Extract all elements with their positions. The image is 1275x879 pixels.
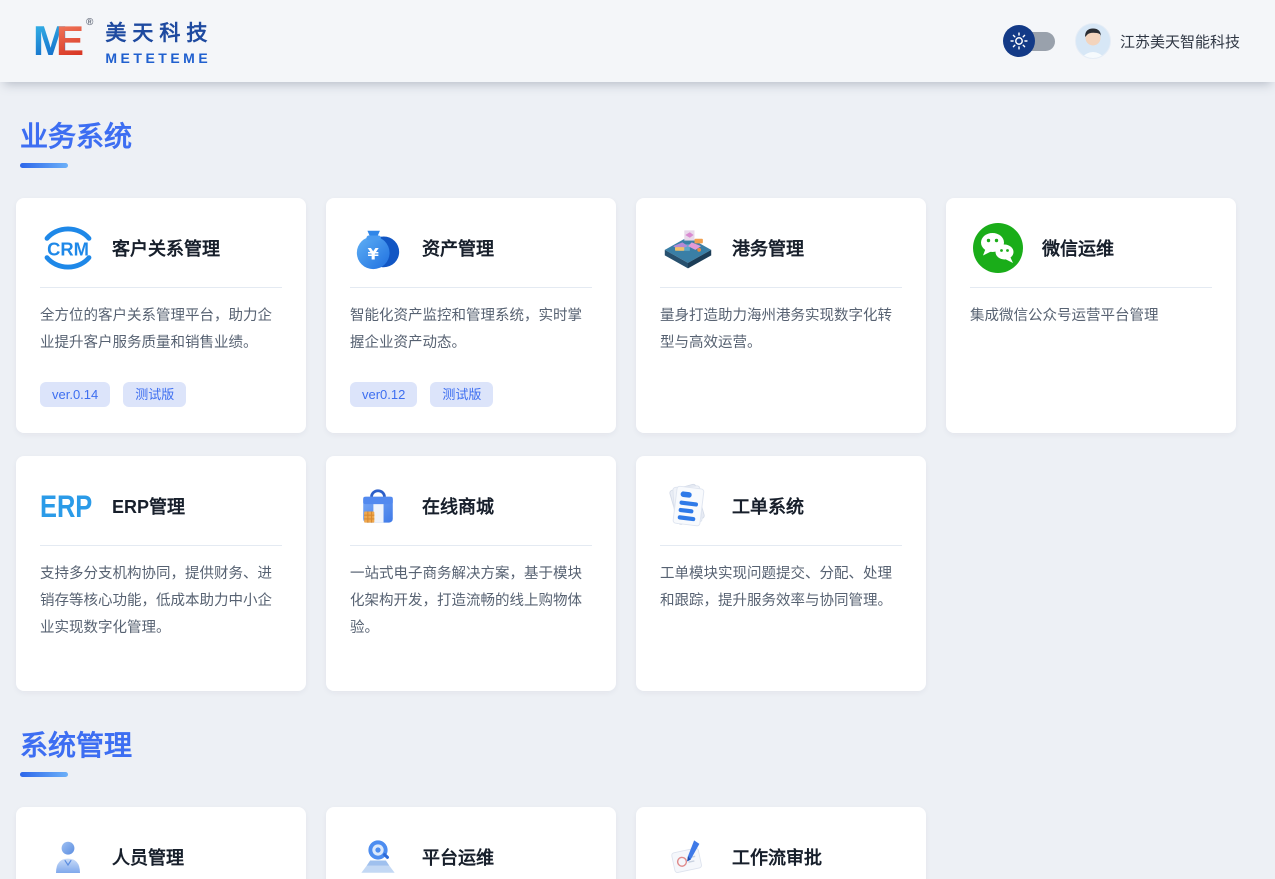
section: 业务系统 CRM 客户关系管理 全方位的客户关系管理平台，助力企业提升客户服务质… — [16, 120, 1259, 691]
card-title: 港务管理 — [732, 235, 804, 261]
card-title: 客户关系管理 — [112, 235, 220, 261]
card-divider — [40, 545, 282, 546]
app-card-workorder[interactable]: 工单系统 工单模块实现问题提交、分配、处理和跟踪，提升服务效率与协同管理。 — [636, 456, 926, 691]
svg-text:CRM: CRM — [47, 238, 89, 259]
version-tag: 测试版 — [123, 382, 186, 407]
app-header: ME ® 美天科技 METETEME — [0, 0, 1275, 82]
brand-name-en: METETEME — [105, 50, 213, 66]
app-card-mall[interactable]: 在线商城 一站式电子商务解决方案，基于模块化架构开发，打造流畅的线上购物体验。 — [326, 456, 616, 691]
app-card-platform[interactable]: 平台运维 — [326, 807, 616, 879]
documents-icon — [660, 480, 716, 532]
card-description: 支持多分支机构协同，提供财务、进销存等核心功能，低成本助力中小企业实现数字化管理… — [40, 561, 282, 642]
brand-name-cn: 美天科技 — [105, 17, 213, 47]
card-title: 工作流审批 — [732, 844, 822, 870]
card-description: 工单模块实现问题提交、分配、处理和跟踪，提升服务效率与协同管理。 — [660, 561, 902, 615]
tag-row: ver.0.14 测试版 — [40, 382, 186, 407]
card-title: 人员管理 — [112, 844, 184, 870]
registered-mark: ® — [86, 18, 93, 28]
crm-icon: CRM — [40, 222, 96, 274]
app-card-people[interactable]: 人员管理 — [16, 807, 306, 879]
portal-content: 业务系统 CRM 客户关系管理 全方位的客户关系管理平台，助力企业提升客户服务质… — [0, 120, 1275, 879]
card-description: 量身打造助力海州港务实现数字化转型与高效运营。 — [660, 303, 902, 357]
card-grid: 人员管理 平台运维 工作流审批 — [16, 807, 1259, 879]
account-area: 江苏美天智能科技 — [1075, 23, 1240, 59]
money-bag-icon: ¥ — [350, 222, 406, 274]
approval-pen-icon — [660, 831, 716, 879]
shopping-bag-icon — [350, 480, 406, 532]
card-description: 集成微信公众号运营平台管理 — [970, 303, 1212, 330]
card-divider — [350, 545, 592, 546]
platform-gear-icon — [350, 831, 406, 879]
avatar[interactable] — [1075, 23, 1111, 59]
app-card-crm[interactable]: CRM 客户关系管理 全方位的客户关系管理平台，助力企业提升客户服务质量和销售业… — [16, 198, 306, 433]
card-title: 在线商城 — [422, 493, 494, 519]
port-icon — [660, 222, 716, 274]
section: 系统管理 人员管理 平台运维 — [16, 729, 1259, 879]
company-name: 江苏美天智能科技 — [1120, 31, 1240, 52]
sun-icon[interactable] — [1003, 25, 1035, 57]
card-description: 智能化资产监控和管理系统，实时掌握企业资产动态。 — [350, 303, 592, 357]
tag-row: ver0.12 测试版 — [350, 382, 493, 407]
card-divider — [350, 287, 592, 288]
card-title: 平台运维 — [422, 844, 494, 870]
app-card-port[interactable]: 港务管理 量身打造助力海州港务实现数字化转型与高效运营。 — [636, 198, 926, 433]
version-tag: ver.0.14 — [40, 382, 110, 407]
brand-logo: ME ® 美天科技 METETEME — [33, 17, 213, 66]
app-card-wechat[interactable]: 微信运维 集成微信公众号运营平台管理 — [946, 198, 1236, 433]
card-grid: CRM 客户关系管理 全方位的客户关系管理平台，助力企业提升客户服务质量和销售业… — [16, 198, 1259, 691]
version-tag: 测试版 — [430, 382, 493, 407]
card-title: 资产管理 — [422, 235, 494, 261]
section-underline — [20, 772, 68, 777]
me-logo-icon: ME ® — [33, 20, 93, 62]
card-divider — [660, 287, 902, 288]
wechat-icon — [970, 222, 1026, 274]
person-icon — [40, 831, 96, 879]
app-card-asset[interactable]: ¥ 资产管理 智能化资产监控和管理系统，实时掌握企业资产动态。 ver0.12 测… — [326, 198, 616, 433]
app-card-erp[interactable]: ERP ERP管理 支持多分支机构协同，提供财务、进销存等核心功能，低成本助力中… — [16, 456, 306, 691]
card-description: 全方位的客户关系管理平台，助力企业提升客户服务质量和销售业绩。 — [40, 303, 282, 357]
card-divider — [660, 545, 902, 546]
card-title: ERP管理 — [112, 493, 185, 519]
version-tag: ver0.12 — [350, 382, 417, 407]
svg-text:¥: ¥ — [368, 245, 380, 264]
section-title: 系统管理 — [20, 729, 1259, 762]
svg-text:ERP: ERP — [40, 488, 92, 524]
erp-icon: ERP — [40, 480, 96, 532]
theme-toggle[interactable] — [1003, 25, 1055, 57]
card-description: 一站式电子商务解决方案，基于模块化架构开发，打造流畅的线上购物体验。 — [350, 561, 592, 642]
card-title: 微信运维 — [1042, 235, 1114, 261]
card-divider — [40, 287, 282, 288]
section-underline — [20, 163, 68, 168]
section-title: 业务系统 — [20, 120, 1259, 153]
app-card-workflow[interactable]: 工作流审批 — [636, 807, 926, 879]
card-divider — [970, 287, 1212, 288]
card-title: 工单系统 — [732, 493, 804, 519]
